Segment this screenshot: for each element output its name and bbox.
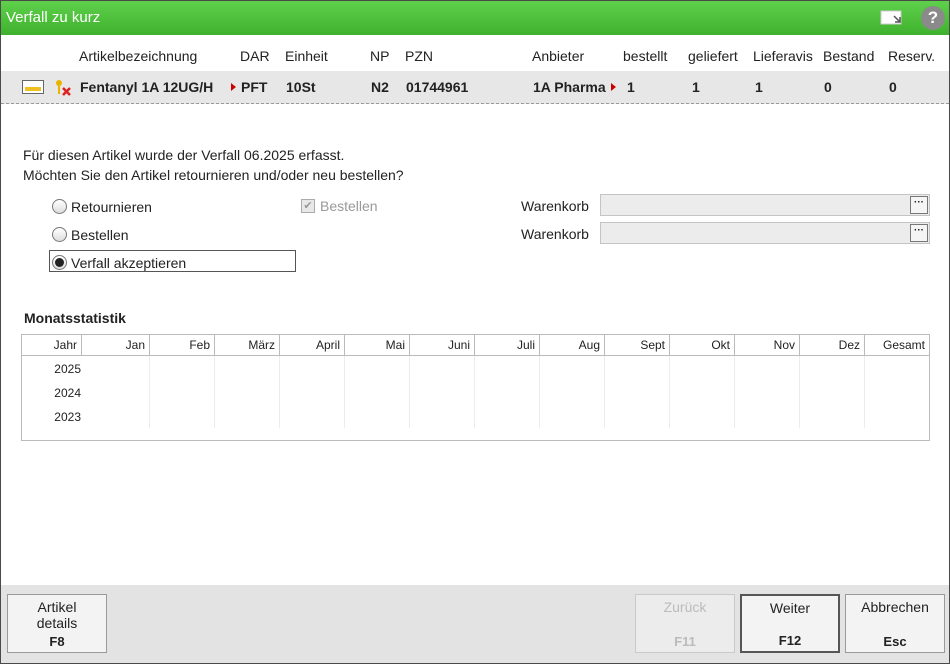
- col-header-anbieter[interactable]: Anbieter: [532, 48, 584, 64]
- article-anbieter: 1A Pharma: [533, 79, 606, 95]
- warenkorb-label-1: Warenkorb: [521, 198, 589, 214]
- stat-header-okt: Okt: [670, 335, 735, 356]
- col-header-artikelbezeichnung[interactable]: Artikelbezeichnung: [79, 48, 197, 64]
- verfall-akzeptieren-label[interactable]: Verfall akzeptieren: [71, 255, 186, 271]
- stat-header-maerz: März: [215, 335, 280, 356]
- retournieren-label[interactable]: Retournieren: [71, 199, 152, 215]
- bestellen-radio[interactable]: [52, 227, 67, 242]
- artikel-details-label-1: Artikel: [37, 599, 77, 615]
- col-header-geliefert[interactable]: geliefert: [688, 48, 738, 64]
- article-pzn: 01744961: [406, 79, 469, 95]
- stat-year-2023: 2023: [54, 410, 81, 424]
- article-name: Fentanyl 1A 12UG/H: [80, 79, 214, 95]
- warenkorb-field-2[interactable]: ···: [600, 222, 930, 244]
- warenkorb-browse-button-1[interactable]: ···: [910, 196, 928, 214]
- stat-header-mai: Mai: [345, 335, 410, 356]
- article-row[interactable]: Fentanyl 1A 12UG/H PFT 10St N2 01744961 …: [1, 71, 949, 104]
- weiter-button[interactable]: Weiter F12: [740, 594, 840, 653]
- weiter-label: Weiter: [769, 600, 811, 616]
- stat-header-juni: Juni: [410, 335, 475, 356]
- abbrechen-key: Esc: [883, 634, 907, 649]
- col-header-bestand[interactable]: Bestand: [823, 48, 874, 64]
- stat-header-feb: Feb: [150, 335, 215, 356]
- article-dar: PFT: [241, 79, 268, 95]
- stat-year-2025: 2025: [54, 362, 81, 376]
- article-np: N2: [371, 79, 389, 95]
- monatsstatistik-title: Monatsstatistik: [24, 310, 126, 326]
- col-header-np[interactable]: NP: [370, 48, 389, 64]
- abbrechen-button[interactable]: Abbrechen Esc: [845, 594, 945, 653]
- warenkorb-label-2: Warenkorb: [521, 226, 589, 242]
- help-icon[interactable]: ?: [921, 6, 945, 30]
- retournieren-radio[interactable]: [52, 199, 67, 214]
- warenkorb-browse-button-2[interactable]: ···: [910, 224, 928, 242]
- col-header-bestellt[interactable]: bestellt: [623, 48, 667, 64]
- col-header-einheit[interactable]: Einheit: [285, 48, 328, 64]
- truncation-arrow-icon: [231, 83, 236, 91]
- stat-header-gesamt: Gesamt: [865, 335, 929, 356]
- weiter-key: F12: [778, 633, 802, 648]
- verfall-akzeptieren-radio[interactable]: [52, 255, 67, 270]
- zurueck-button[interactable]: Zurück F11: [635, 594, 735, 653]
- zurueck-key: F11: [674, 634, 696, 649]
- monatsstatistik-table: Jahr Jan Feb März April Mai Juni Juli Au…: [21, 334, 930, 441]
- zurueck-label: Zurück: [663, 599, 707, 615]
- article-bestellt: 1: [627, 79, 635, 95]
- bestellen-checkbox-label: Bestellen: [320, 198, 378, 214]
- stat-header-jan: Jan: [82, 335, 150, 356]
- narcotic-warning-icon: [53, 78, 73, 101]
- bestellen-checkbox[interactable]: ✔: [301, 199, 315, 213]
- article-bestand: 0: [824, 79, 832, 95]
- article-lieferavis: 1: [755, 79, 763, 95]
- stat-header-dez: Dez: [800, 335, 865, 356]
- stat-year-2024: 2024: [54, 386, 81, 400]
- article-geliefert: 1: [692, 79, 700, 95]
- bestellen-label[interactable]: Bestellen: [71, 227, 129, 243]
- artikel-details-label-2: details: [36, 615, 78, 631]
- window-title: Verfall zu kurz: [6, 9, 101, 26]
- artikel-details-key: F8: [49, 634, 65, 649]
- article-reserv: 0: [889, 79, 897, 95]
- stat-header-april: April: [280, 335, 345, 356]
- col-header-reserv[interactable]: Reserv.: [888, 48, 935, 64]
- button-bar: Artikel details F8 Zurück F11 Weiter F12…: [1, 585, 949, 663]
- artikel-details-button[interactable]: Artikel details F8: [7, 594, 107, 653]
- col-header-lieferavis[interactable]: Lieferavis: [753, 48, 813, 64]
- col-header-dar[interactable]: DAR: [240, 48, 270, 64]
- stat-header-jahr: Jahr: [22, 335, 82, 356]
- stat-header-nov: Nov: [735, 335, 800, 356]
- col-header-pzn[interactable]: PZN: [405, 48, 433, 64]
- article-card-icon: [22, 80, 44, 97]
- stat-header-juli: Juli: [475, 335, 540, 356]
- article-einheit: 10St: [286, 79, 316, 95]
- stat-header-sept: Sept: [605, 335, 670, 356]
- abbrechen-label: Abbrechen: [861, 599, 929, 615]
- dialog-window: Verfall zu kurz ? Artikelbezeichnung DAR…: [0, 0, 950, 664]
- window-pin-icon[interactable]: [880, 8, 906, 26]
- message-line-1: Für diesen Artikel wurde der Verfall 06.…: [23, 147, 345, 163]
- title-bar: Verfall zu kurz ?: [1, 1, 949, 35]
- message-line-2: Möchten Sie den Artikel retournieren und…: [23, 167, 404, 183]
- stat-header-aug: Aug: [540, 335, 605, 356]
- warenkorb-field-1[interactable]: ···: [600, 194, 930, 216]
- truncation-arrow-icon: [611, 83, 616, 91]
